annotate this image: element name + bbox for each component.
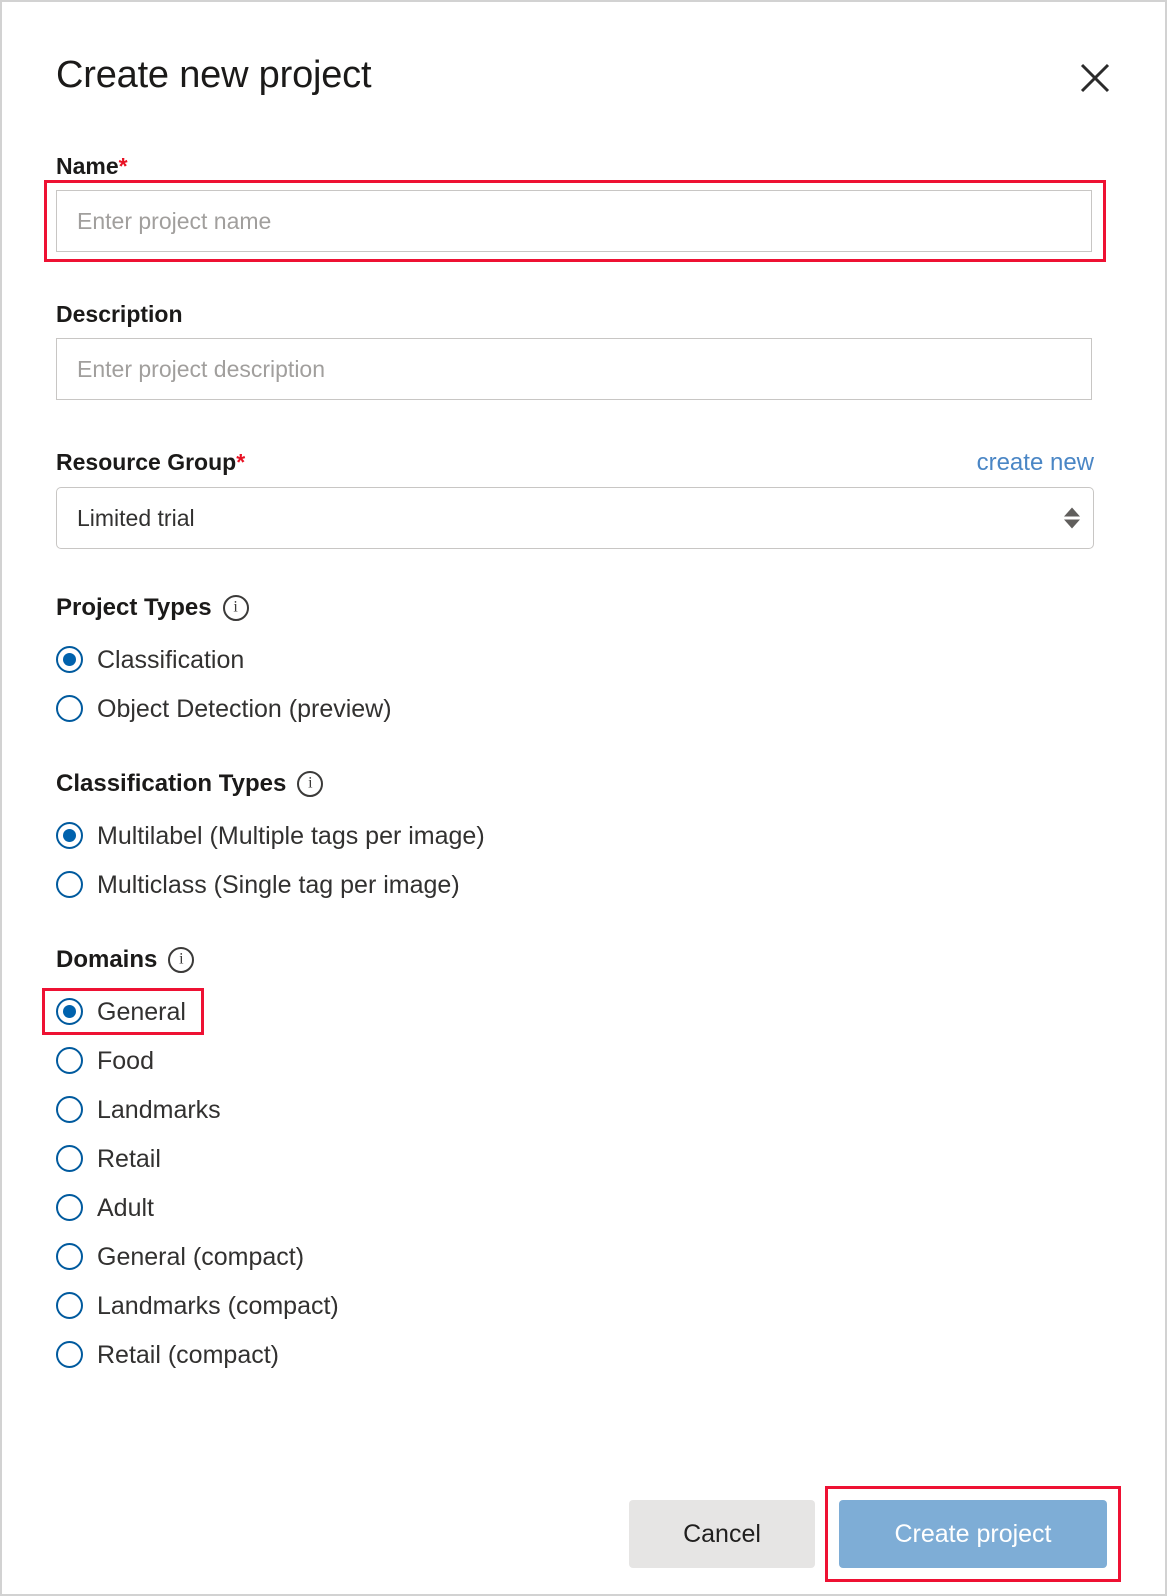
radio-classification-type-multiclass[interactable]: Multiclass (Single tag per image) [56,860,464,909]
radio-domain-adult[interactable]: Adult [56,1183,158,1232]
info-icon[interactable]: i [222,595,249,621]
radio-domain-general[interactable]: General [42,987,204,1036]
create-new-project-dialog: Create new project Name* Description Res… [0,0,1167,1596]
create-project-button-wrapper: Create project [825,1486,1121,1582]
project-types-heading: Project Types i [56,593,1094,623]
resource-group-select[interactable]: Limited trial [56,487,1094,549]
radio-indicator [56,695,83,722]
cancel-button[interactable]: Cancel [629,1500,815,1568]
radio-indicator [56,1194,83,1221]
domains-radio-group: General Food Landmarks Retail Adult Gene… [42,987,1094,1379]
radio-domain-retail-compact[interactable]: Retail (compact) [56,1330,283,1379]
radio-label: Object Detection (preview) [97,694,392,723]
radio-project-type-classification[interactable]: Classification [56,635,248,684]
radio-domain-food[interactable]: Food [56,1036,158,1085]
radio-label: Retail [97,1144,161,1173]
domains-heading: Domains i [56,945,1094,975]
radio-indicator [56,998,83,1025]
radio-label: Multilabel (Multiple tags per image) [97,821,485,850]
project-description-input[interactable] [56,338,1092,400]
radio-indicator [56,1047,83,1074]
resource-group-label-text: Resource Group [56,449,237,475]
radio-label: General [97,997,186,1026]
radio-indicator [56,822,83,849]
classification-types-radio-group: Multilabel (Multiple tags per image) Mul… [56,811,1094,909]
dialog-body: Name* Description Resource Group* create… [42,152,1106,1379]
resource-group-label: Resource Group* [56,448,245,476]
resource-group-header-row: Resource Group* create new [56,448,1094,477]
resource-group-selected-value: Limited trial [77,504,195,531]
project-name-input[interactable] [56,190,1092,252]
create-new-resource-group-link[interactable]: create new [977,449,1094,477]
radio-label: General (compact) [97,1242,305,1271]
project-types-title: Project Types [56,594,212,621]
info-icon[interactable]: i [168,947,195,973]
radio-domain-general-compact[interactable]: General (compact) [56,1232,308,1281]
classification-types-title: Classification Types [56,770,287,797]
radio-indicator [56,871,83,898]
radio-indicator [56,646,83,673]
dialog-footer: Cancel Create project [2,1486,1165,1582]
name-label-text: Name [56,153,119,179]
radio-label: Retail (compact) [97,1340,279,1369]
domains-title: Domains [56,946,158,973]
close-icon[interactable] [1075,58,1115,98]
radio-indicator [56,1292,83,1319]
radio-project-type-object-detection[interactable]: Object Detection (preview) [56,684,396,733]
radio-label: Classification [97,645,245,674]
dialog-header: Create new project [56,52,1115,114]
radio-domain-landmarks-compact[interactable]: Landmarks (compact) [56,1281,343,1330]
name-label: Name* [56,152,1094,180]
radio-domain-landmarks[interactable]: Landmarks [56,1085,225,1134]
radio-label: Landmarks [97,1095,221,1124]
radio-classification-type-multilabel[interactable]: Multilabel (Multiple tags per image) [56,811,489,860]
resource-group-required-marker: * [236,449,246,475]
resource-group-select-wrapper: Limited trial [56,487,1094,549]
description-label: Description [56,301,183,327]
radio-indicator [56,1145,83,1172]
radio-domain-retail[interactable]: Retail [56,1134,165,1183]
radio-label: Food [97,1046,154,1075]
page-title: Create new project [56,54,372,96]
project-types-radio-group: Classification Object Detection (preview… [56,635,1094,733]
radio-indicator [56,1096,83,1123]
create-project-button[interactable]: Create project [839,1500,1107,1568]
radio-label: Landmarks (compact) [97,1291,339,1320]
name-field-wrapper [44,180,1106,262]
radio-label: Adult [97,1193,154,1222]
radio-label: Multiclass (Single tag per image) [97,870,460,899]
radio-indicator [56,1341,83,1368]
name-required-marker: * [118,153,128,179]
info-icon[interactable]: i [297,771,324,797]
classification-types-heading: Classification Types i [56,769,1094,799]
radio-indicator [56,1243,83,1270]
